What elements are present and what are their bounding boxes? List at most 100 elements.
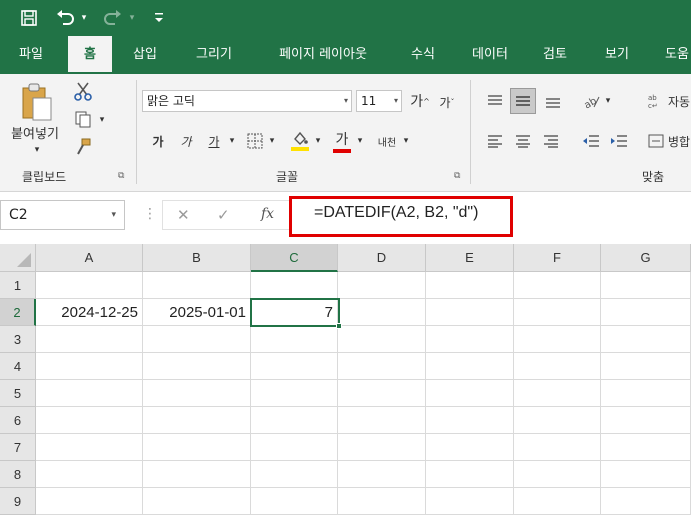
row-header-4[interactable]: 4	[0, 353, 36, 380]
cell-a6[interactable]	[36, 407, 143, 434]
undo-dropdown-icon[interactable]: ▾	[78, 8, 90, 28]
cell-d4[interactable]	[338, 353, 426, 380]
cell-c3[interactable]	[251, 326, 338, 353]
cell-f8[interactable]	[514, 461, 601, 488]
cell-d9[interactable]	[338, 488, 426, 515]
font-color-button[interactable]: 가	[330, 128, 354, 154]
font-color-dropdown-icon[interactable]: ▾	[354, 130, 366, 152]
clipboard-launcher-icon[interactable]: ⧉	[118, 171, 128, 181]
decrease-indent-icon[interactable]	[580, 130, 602, 152]
border-icon[interactable]	[244, 130, 266, 152]
column-header-c[interactable]: C	[251, 244, 338, 272]
cell-d3[interactable]	[338, 326, 426, 353]
underline-button[interactable]: 가	[204, 130, 224, 152]
row-header-8[interactable]: 8	[0, 461, 36, 488]
wrap-text-label[interactable]: 자동	[668, 90, 691, 112]
tab-review[interactable]: 검토	[530, 36, 580, 74]
row-header-1[interactable]: 1	[0, 272, 36, 299]
align-middle-icon[interactable]	[510, 88, 536, 114]
cell-g9[interactable]	[601, 488, 691, 515]
cell-d2[interactable]	[338, 299, 426, 326]
cell-f2[interactable]	[514, 299, 601, 326]
cancel-icon[interactable]: ✕	[177, 206, 190, 224]
cell-g5[interactable]	[601, 380, 691, 407]
select-all-button[interactable]	[0, 244, 36, 272]
cell-b8[interactable]	[143, 461, 251, 488]
cell-g3[interactable]	[601, 326, 691, 353]
cut-icon[interactable]	[72, 80, 94, 102]
name-box[interactable]: C2 ▾	[0, 200, 125, 230]
cell-b9[interactable]	[143, 488, 251, 515]
column-header-b[interactable]: B	[143, 244, 251, 272]
align-right-icon[interactable]	[540, 130, 562, 152]
paste-icon[interactable]	[18, 82, 54, 122]
cell-g2[interactable]	[601, 299, 691, 326]
tab-insert[interactable]: 삽입	[120, 36, 170, 74]
copy-icon[interactable]	[72, 108, 94, 130]
underline-dropdown-icon[interactable]: ▾	[226, 130, 238, 152]
cell-g6[interactable]	[601, 407, 691, 434]
cell-a7[interactable]	[36, 434, 143, 461]
cell-a8[interactable]	[36, 461, 143, 488]
fill-color-icon[interactable]	[288, 128, 312, 154]
cell-d1[interactable]	[338, 272, 426, 299]
row-header-5[interactable]: 5	[0, 380, 36, 407]
cell-f9[interactable]	[514, 488, 601, 515]
save-icon[interactable]	[18, 8, 40, 28]
cell-d6[interactable]	[338, 407, 426, 434]
cell-e4[interactable]	[426, 353, 514, 380]
increase-font-size-button[interactable]: 가 ^	[408, 90, 432, 112]
decrease-font-size-button[interactable]: 가ˇ	[436, 92, 458, 112]
enter-icon[interactable]: ✓	[217, 206, 230, 224]
cell-a2[interactable]: 2024-12-25	[36, 299, 143, 326]
cell-b3[interactable]	[143, 326, 251, 353]
cell-a9[interactable]	[36, 488, 143, 515]
paste-dropdown-icon[interactable]: ▾	[30, 144, 44, 156]
cell-d8[interactable]	[338, 461, 426, 488]
cell-e1[interactable]	[426, 272, 514, 299]
font-launcher-icon[interactable]: ⧉	[454, 171, 464, 181]
cell-f3[interactable]	[514, 326, 601, 353]
cell-e6[interactable]	[426, 407, 514, 434]
cell-e3[interactable]	[426, 326, 514, 353]
column-header-e[interactable]: E	[426, 244, 514, 272]
cell-b2[interactable]: 2025-01-01	[143, 299, 251, 326]
row-header-9[interactable]: 9	[0, 488, 36, 515]
copy-dropdown-icon[interactable]: ▾	[96, 114, 108, 126]
fill-color-dropdown-icon[interactable]: ▾	[312, 130, 324, 152]
cell-d7[interactable]	[338, 434, 426, 461]
cell-e2[interactable]	[426, 299, 514, 326]
cell-e9[interactable]	[426, 488, 514, 515]
wrap-text-icon[interactable]: ab c↵	[646, 90, 666, 112]
phonetic-dropdown-icon[interactable]: ▾	[400, 130, 412, 152]
format-painter-icon[interactable]	[72, 136, 94, 158]
tab-home[interactable]: 홈	[68, 36, 112, 74]
cell-e8[interactable]	[426, 461, 514, 488]
align-left-icon[interactable]	[484, 130, 506, 152]
border-dropdown-icon[interactable]: ▾	[266, 130, 278, 152]
cell-b1[interactable]	[143, 272, 251, 299]
cell-f5[interactable]	[514, 380, 601, 407]
undo-icon[interactable]	[54, 8, 76, 28]
align-bottom-icon[interactable]	[542, 90, 564, 112]
phonetic-button[interactable]: 내천	[374, 130, 400, 152]
cell-c6[interactable]	[251, 407, 338, 434]
cell-f7[interactable]	[514, 434, 601, 461]
merge-center-label[interactable]: 병합	[668, 130, 691, 152]
cell-g8[interactable]	[601, 461, 691, 488]
increase-indent-icon[interactable]	[608, 130, 630, 152]
customize-qat-icon[interactable]	[152, 8, 166, 28]
cell-a3[interactable]	[36, 326, 143, 353]
cell-g7[interactable]	[601, 434, 691, 461]
orientation-icon[interactable]: ab	[580, 90, 602, 112]
align-top-icon[interactable]	[484, 90, 506, 112]
tab-file[interactable]: 파일	[0, 36, 62, 74]
cell-f4[interactable]	[514, 353, 601, 380]
fill-handle[interactable]	[336, 323, 342, 329]
cell-e5[interactable]	[426, 380, 514, 407]
cell-a4[interactable]	[36, 353, 143, 380]
tab-data[interactable]: 데이터	[460, 36, 520, 74]
tab-draw[interactable]: 그리기	[184, 36, 244, 74]
cell-c7[interactable]	[251, 434, 338, 461]
cell-c1[interactable]	[251, 272, 338, 299]
